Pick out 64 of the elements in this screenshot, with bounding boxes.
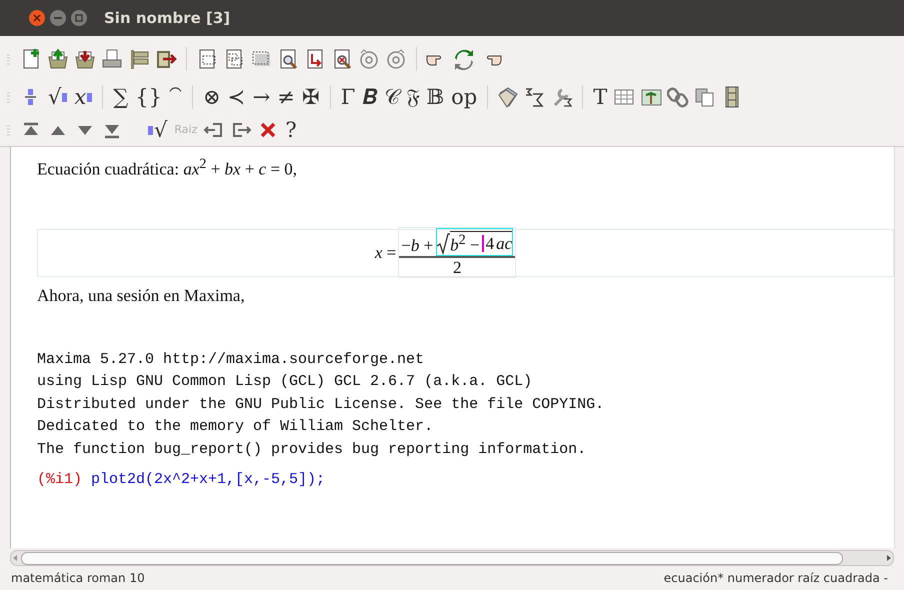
toolbar-button[interactable]: ≠: [276, 85, 296, 109]
exit-icon[interactable]: [155, 48, 177, 70]
toolbar-button[interactable]: ⊗: [202, 85, 222, 109]
refresh-icon[interactable]: [453, 48, 475, 70]
placeholder-icon: [87, 92, 92, 102]
toolbar-button[interactable]: 𝑩: [361, 85, 378, 109]
toolbar-button[interactable]: 𝔹: [425, 85, 446, 109]
tags-icon[interactable]: [497, 86, 520, 108]
toolbar-button[interactable]: 𝒞: [383, 85, 400, 109]
toolbar-button[interactable]: T: [592, 85, 608, 109]
math-text: ac: [496, 234, 512, 254]
paragraph: Ahora, una sesión en Maxima,: [37, 284, 246, 307]
math-text: x =: [374, 242, 396, 263]
output-line: Dedicated to the memory of William Schelter.: [37, 417, 434, 438]
right-arrow-icon[interactable]: [885, 553, 893, 563]
toolbar-button[interactable]: ?: [284, 118, 298, 142]
math-text: b$^{2}$ −: [450, 232, 480, 256]
close-icon[interactable]: [28, 9, 46, 27]
input-text[interactable]: plot2d(2x^2+x+1,[x,-5,5]);: [91, 468, 326, 492]
toolbar-button[interactable]: √: [147, 118, 168, 142]
radical-icon: [437, 233, 450, 256]
print-icon[interactable]: [101, 48, 123, 70]
grip-icon[interactable]: [6, 90, 11, 104]
undo-icon[interactable]: [358, 48, 380, 70]
toolbar-button[interactable]: ⁀: [168, 85, 183, 109]
math-text: 4: [486, 234, 494, 254]
scrollbar-thumb[interactable]: [21, 552, 843, 564]
status-text: matemática roman 10: [11, 571, 145, 585]
status-text: ecuación* numerador raíz cuadrada -: [664, 571, 888, 585]
toolbar-button[interactable]: Γ: [340, 85, 356, 109]
toolbar-button[interactable]: ✠: [300, 85, 321, 109]
toolbar-button[interactable]: 𝔉: [405, 85, 420, 109]
toolbar-button[interactable]: √: [47, 85, 68, 109]
toolbar-button[interactable]: {}: [134, 85, 163, 109]
copy-pages-icon[interactable]: [694, 86, 716, 108]
placeholder-icon: [62, 92, 68, 102]
link-icon[interactable]: [667, 86, 690, 108]
text-cursor: [482, 235, 484, 252]
toolbar-button[interactable]: →: [252, 85, 272, 109]
placeholder-icon: [148, 124, 153, 136]
output-line: Maxima 5.27.0 http://maxima.sourceforge.net: [37, 350, 426, 370]
paragraph: Ecuación cuadrática: ax$^{2}$ + bx + c = 0,: [37, 155, 298, 181]
redo-icon[interactable]: [385, 48, 407, 70]
toolbar-button[interactable]: x: [73, 85, 94, 109]
window-title: Sin nombre [3]: [104, 9, 230, 27]
sigma-icon[interactable]: [524, 86, 546, 108]
output-line: using Lisp GNU Common Lisp (GCL) GCL 2.6.7 (a.k.a. GCL): [37, 372, 534, 392]
math-text: −b +: [401, 236, 434, 256]
wrench-icon[interactable]: [551, 86, 574, 108]
open-folder-icon[interactable]: [47, 48, 69, 70]
output-line: Distributed under the GNU Public License. See the file COPYING.: [37, 394, 606, 415]
output-line: The function bug_report() provides bug reporting information.: [37, 440, 588, 460]
input-prompt: (%i1): [37, 470, 82, 490]
toolbar-button[interactable]: op: [450, 85, 478, 109]
grip-icon[interactable]: [6, 52, 11, 66]
toolbar-button[interactable]: ≺: [226, 85, 247, 109]
math-text: 2: [452, 258, 462, 278]
save-folder-icon[interactable]: [74, 48, 96, 70]
grip-icon[interactable]: [6, 124, 11, 136]
maximize-icon[interactable]: [70, 9, 88, 27]
flag-icon[interactable]: [128, 48, 150, 70]
minimize-icon[interactable]: [49, 9, 67, 27]
toolbar-button[interactable]: ∑: [112, 85, 130, 109]
horizontal-scrollbar[interactable]: [10, 550, 894, 566]
